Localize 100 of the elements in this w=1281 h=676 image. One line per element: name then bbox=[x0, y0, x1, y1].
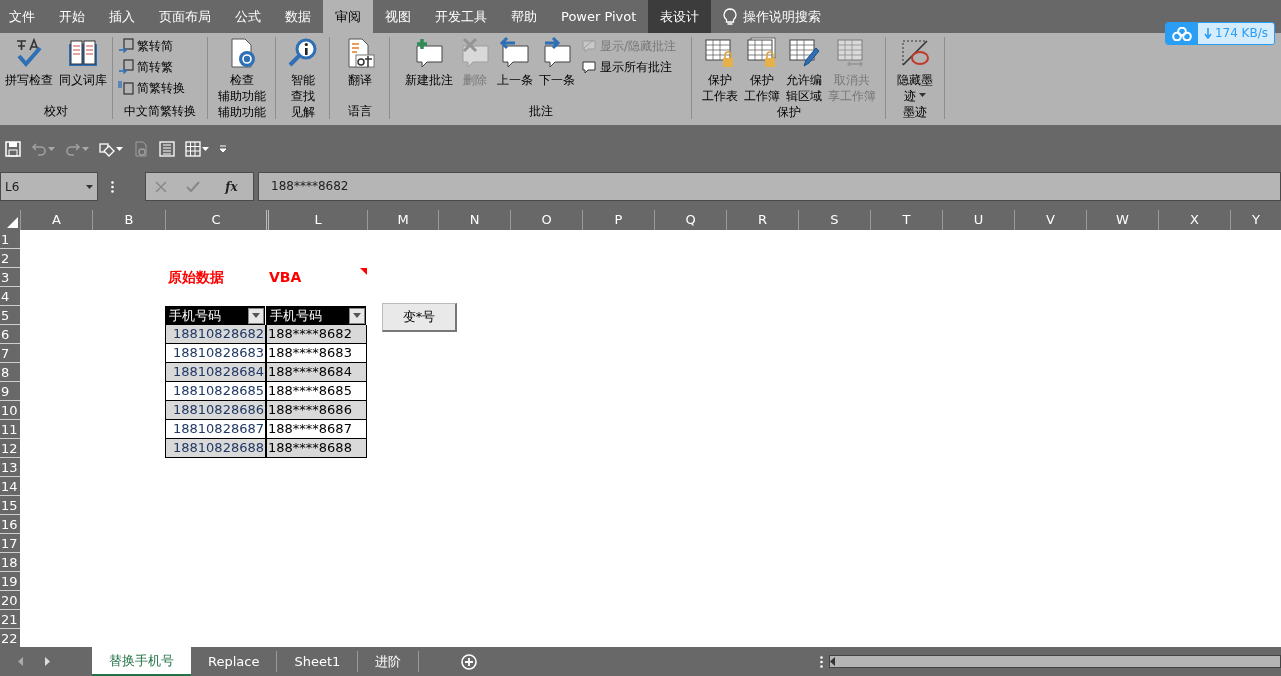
row-header[interactable]: 4 bbox=[0, 287, 20, 306]
sheet-tab[interactable]: 进阶 bbox=[358, 651, 420, 672]
column-heading: 手机号码 bbox=[270, 306, 322, 325]
ribbon-tab[interactable]: 开始 bbox=[47, 0, 97, 33]
row-header[interactable]: 19 bbox=[0, 572, 20, 591]
sheet-tab[interactable]: Replace bbox=[191, 651, 278, 672]
formula-field[interactable]: 188****8682 bbox=[258, 172, 1281, 201]
macro-button[interactable]: 变*号 bbox=[382, 303, 457, 332]
column-header[interactable]: T bbox=[870, 210, 942, 230]
row-header[interactable]: 21 bbox=[0, 610, 20, 629]
ribbon-button[interactable]: 检查 辅助功能 bbox=[215, 37, 268, 104]
row-header[interactable]: 5 bbox=[0, 306, 20, 325]
row-header[interactable]: 13 bbox=[0, 458, 20, 477]
toolbar-button[interactable] bbox=[2, 140, 24, 157]
row-header[interactable]: 10 bbox=[0, 401, 20, 420]
row-header[interactable]: 12 bbox=[0, 439, 20, 458]
caret-icon bbox=[86, 184, 93, 189]
column-header[interactable]: O bbox=[510, 210, 582, 230]
ribbon-tab[interactable]: 视图 bbox=[373, 0, 423, 33]
ribbon-tab[interactable]: 审阅 bbox=[323, 0, 373, 33]
ribbon-button[interactable]: 新建批注 bbox=[402, 37, 455, 103]
column-header[interactable]: S bbox=[798, 210, 870, 230]
row-header[interactable]: 16 bbox=[0, 515, 20, 534]
ribbon-button[interactable]: 拼写检查 bbox=[3, 37, 55, 103]
ribbon-button[interactable]: 下一条 bbox=[536, 37, 577, 103]
column-header[interactable]: Q bbox=[654, 210, 726, 230]
row-header[interactable]: 14 bbox=[0, 477, 20, 496]
ribbon-button[interactable]: 繁转简 bbox=[116, 37, 187, 55]
table-cell: 188****8688 bbox=[266, 439, 367, 458]
column-header[interactable]: L bbox=[266, 210, 367, 230]
row-header[interactable]: 3 bbox=[0, 268, 20, 287]
ribbon-tab[interactable]: 页面布局 bbox=[147, 0, 223, 33]
filter-button[interactable] bbox=[248, 307, 264, 324]
ribbon-tab[interactable]: 数据 bbox=[273, 0, 323, 33]
ribbon-button[interactable]: 允许编 辑区域 bbox=[783, 37, 824, 104]
table-cell: 18810828684 bbox=[165, 363, 266, 382]
column-header[interactable]: Y bbox=[1230, 210, 1281, 230]
column-header[interactable]: V bbox=[1014, 210, 1086, 230]
column-header[interactable]: U bbox=[942, 210, 1014, 230]
scroll-right-icon[interactable] bbox=[44, 657, 50, 666]
row-header[interactable]: 11 bbox=[0, 420, 20, 439]
column-header[interactable]: R bbox=[726, 210, 798, 230]
horizontal-scrollbar[interactable] bbox=[829, 655, 1281, 668]
ribbon-button[interactable]: 翻译 bbox=[341, 37, 378, 103]
toolbar-button[interactable] bbox=[156, 140, 178, 157]
toolbar-button[interactable] bbox=[182, 140, 212, 157]
row-header[interactable]: 15 bbox=[0, 496, 20, 515]
row-header[interactable]: 20 bbox=[0, 591, 20, 610]
insert-function-button[interactable]: fx bbox=[219, 176, 244, 197]
ribbon-button[interactable]: 智能 查找 bbox=[284, 37, 321, 104]
ribbon-tab[interactable]: Power Pivot bbox=[549, 0, 649, 33]
ribbon-button[interactable]: 保护 工作簿 bbox=[741, 37, 782, 104]
column-header[interactable]: B bbox=[92, 210, 165, 230]
ribbon-tab[interactable]: 开发工具 bbox=[423, 0, 499, 33]
ribbon-tab[interactable]: 插入 bbox=[97, 0, 147, 33]
row-header[interactable]: 22 bbox=[0, 629, 20, 647]
row-header[interactable]: 2 bbox=[0, 249, 20, 268]
column-header[interactable]: W bbox=[1086, 210, 1158, 230]
row-header[interactable]: 7 bbox=[0, 344, 20, 363]
column-header[interactable]: M bbox=[367, 210, 438, 230]
sheet-tab[interactable]: Sheet1 bbox=[277, 651, 359, 672]
cell-reference: L6 bbox=[5, 178, 20, 196]
comment-previous-icon bbox=[498, 37, 531, 69]
sheet-lock-icon bbox=[703, 37, 736, 69]
row-header[interactable]: 6 bbox=[0, 325, 20, 344]
ribbon-button[interactable]: 保护 工作表 bbox=[699, 37, 740, 104]
column-header[interactable]: N bbox=[438, 210, 510, 230]
ribbon-button[interactable]: 显示所有批注 bbox=[578, 58, 678, 76]
select-all-button[interactable] bbox=[7, 217, 18, 228]
column-heading: 手机号码 bbox=[169, 306, 221, 325]
row-header[interactable]: 9 bbox=[0, 382, 20, 401]
ribbon-tab[interactable]: 文件 bbox=[0, 0, 47, 33]
ribbon-button[interactable]: 同义词库 bbox=[57, 37, 109, 103]
ribbon-button[interactable]: 上一条 bbox=[494, 37, 535, 103]
row-header[interactable]: 1 bbox=[0, 230, 20, 249]
ribbon-button[interactable]: 简转繁 bbox=[116, 58, 187, 76]
caret-icon bbox=[353, 313, 361, 318]
ribbon-tab[interactable]: 表设计 bbox=[648, 0, 712, 33]
ribbon-tab[interactable]: 帮助 bbox=[499, 0, 549, 33]
row-header[interactable]: 18 bbox=[0, 553, 20, 572]
check-icon[interactable] bbox=[186, 180, 201, 193]
column-header[interactable]: X bbox=[1158, 210, 1230, 230]
row-header[interactable]: 17 bbox=[0, 534, 20, 553]
scroll-left-icon[interactable] bbox=[830, 657, 836, 666]
column-header[interactable]: P bbox=[582, 210, 654, 230]
ribbon-tab[interactable]: 公式 bbox=[223, 0, 273, 33]
add-sheet-icon[interactable] bbox=[461, 653, 478, 670]
row-header[interactable]: 8 bbox=[0, 363, 20, 382]
toolbar-button[interactable] bbox=[96, 140, 126, 157]
sheet-tab[interactable]: 替换手机号 bbox=[92, 647, 191, 676]
column-header[interactable]: A bbox=[20, 210, 92, 230]
more-icon[interactable] bbox=[111, 180, 114, 193]
name-box[interactable]: L6 bbox=[0, 172, 98, 201]
filter-button[interactable] bbox=[349, 307, 365, 324]
more-icon[interactable] bbox=[820, 655, 823, 668]
ribbon-button[interactable]: 简繁转换 bbox=[116, 79, 187, 97]
download-icon bbox=[1203, 28, 1212, 39]
tell-me-search[interactable]: 操作说明搜索 bbox=[743, 6, 822, 27]
ribbon-button[interactable]: 隐藏墨 迹 bbox=[895, 37, 935, 104]
column-header[interactable]: C bbox=[165, 210, 266, 230]
